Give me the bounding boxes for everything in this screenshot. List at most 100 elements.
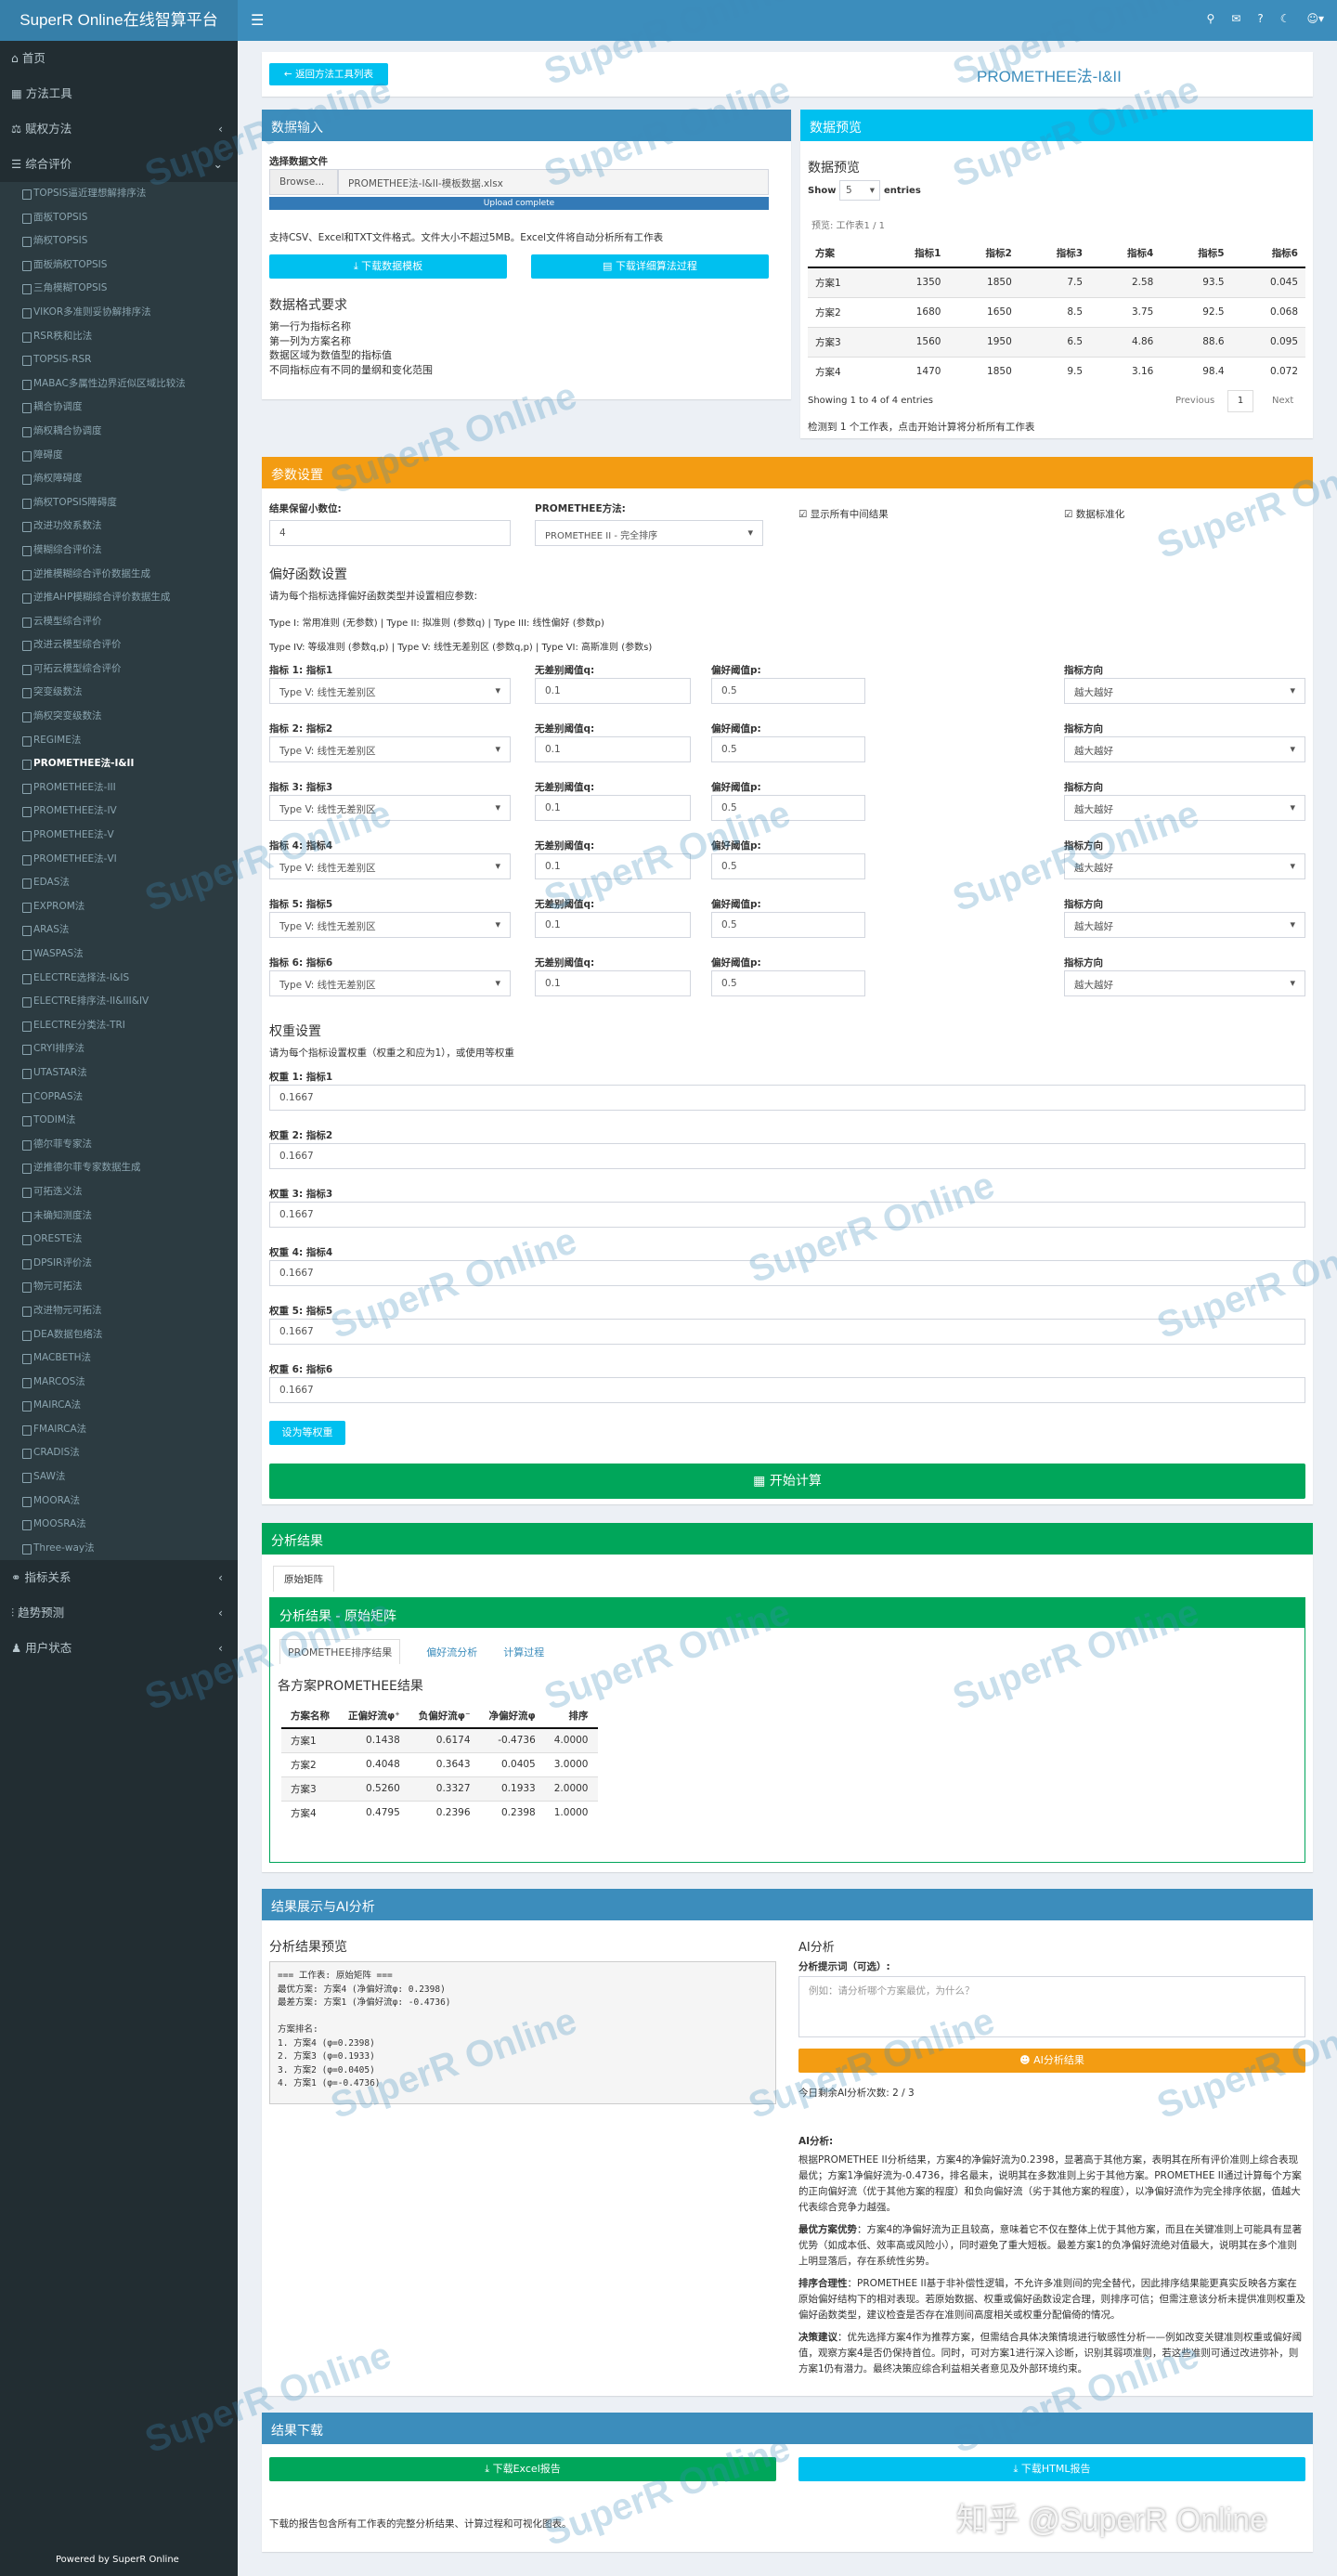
submenu-item[interactable]: TODIM法 <box>0 1109 238 1133</box>
submenu-item[interactable]: 熵权障碍度 <box>0 467 238 491</box>
prompt-textarea[interactable]: 例如：请分析哪个方案最优，为什么？ <box>798 1976 1305 2037</box>
submenu-item[interactable]: SAW法 <box>0 1465 238 1490</box>
submenu-item[interactable]: 物元可拓法 <box>0 1275 238 1299</box>
preview-col-header[interactable]: 指标2 <box>948 240 1019 267</box>
submenu-item[interactable]: 逆推德尔菲专家数据生成 <box>0 1156 238 1180</box>
download-process-button[interactable]: ▤ 下载详细算法过程 <box>531 254 769 279</box>
submenu-item[interactable]: MOOSRA法 <box>0 1513 238 1537</box>
submenu-item[interactable]: 可拓迭义法 <box>0 1180 238 1204</box>
submenu-item[interactable]: ORESTE法 <box>0 1228 238 1252</box>
preview-col-header[interactable]: 方案 <box>808 240 877 267</box>
submenu-item[interactable]: 耦合协调度 <box>0 396 238 420</box>
submenu-item[interactable]: 改进云模型综合评价 <box>0 633 238 657</box>
submenu-item[interactable]: 突变级数法 <box>0 681 238 705</box>
weight-input[interactable]: 0.1667 <box>269 1085 1305 1111</box>
submenu-item[interactable]: 熵权耦合协调度 <box>0 420 238 444</box>
entries-select[interactable]: 5 ▾ <box>839 180 880 201</box>
results-col-header[interactable]: 净偏好流φ <box>480 1704 545 1728</box>
submenu-item[interactable]: 逆推AHP模糊综合评价数据生成 <box>0 586 238 610</box>
q-threshold-input[interactable]: 0.1 <box>535 736 691 762</box>
submenu-item[interactable]: CRYI排序法 <box>0 1037 238 1061</box>
search-icon[interactable]: ⚲ <box>1206 12 1214 25</box>
notification-icon[interactable]: ✉ <box>1231 12 1240 25</box>
p-threshold-input[interactable]: 0.5 <box>711 853 865 879</box>
method-select[interactable]: PROMETHEE II - 完全排序 <box>535 520 763 546</box>
dark-mode-icon[interactable]: ☾ <box>1280 12 1291 25</box>
submenu-item[interactable]: 熵权TOPSIS <box>0 229 238 254</box>
sidebar-bottom-item-0[interactable]: ⚭ 指标关系 ‹ <box>0 1560 238 1595</box>
submenu-item[interactable]: EXPROM法 <box>0 895 238 919</box>
direction-select[interactable]: 越大越好 <box>1064 678 1305 704</box>
submenu-item[interactable]: ARAS法 <box>0 918 238 943</box>
download-template-button[interactable]: ⤓ 下载数据模板 <box>269 254 507 279</box>
p-threshold-input[interactable]: 0.5 <box>711 912 865 938</box>
submenu-item[interactable]: UTASTAR法 <box>0 1061 238 1086</box>
submenu-item[interactable]: 未确知测度法 <box>0 1204 238 1229</box>
submenu-item[interactable]: FMAIRCA法 <box>0 1418 238 1442</box>
p-threshold-input[interactable]: 0.5 <box>711 736 865 762</box>
q-threshold-input[interactable]: 0.1 <box>535 970 691 996</box>
direction-select[interactable]: 越大越好 <box>1064 853 1305 879</box>
start-button[interactable]: ▦ 开始计算 <box>269 1464 1305 1499</box>
equal-weight-button[interactable]: 设为等权重 <box>269 1421 345 1445</box>
submenu-item[interactable]: EDAS法 <box>0 871 238 895</box>
sidebar-item-3[interactable]: ☰ 综合评价 ⌄ <box>0 147 238 182</box>
results-col-header[interactable]: 排序 <box>545 1704 598 1728</box>
decimals-input[interactable]: 4 <box>269 520 511 546</box>
pref-function-select[interactable]: Type V: 线性无差别区 <box>269 912 511 938</box>
browse-button[interactable]: Browse... <box>269 169 338 195</box>
preview-col-header[interactable]: 指标1 <box>877 240 948 267</box>
submenu-item[interactable]: 熵权突变级数法 <box>0 705 238 729</box>
weight-input[interactable]: 0.1667 <box>269 1143 1305 1169</box>
submenu-item[interactable]: Three-way法 <box>0 1537 238 1561</box>
submenu-item[interactable]: PROMETHEE法-VI <box>0 848 238 872</box>
submenu-item[interactable]: 模糊综合评价法 <box>0 539 238 563</box>
results-col-header[interactable]: 方案名称 <box>281 1704 339 1728</box>
submenu-item[interactable]: 逆推模糊综合评价数据生成 <box>0 563 238 587</box>
tab-original-matrix[interactable]: 原始矩阵 <box>273 1566 334 1592</box>
q-threshold-input[interactable]: 0.1 <box>535 795 691 821</box>
submenu-item[interactable]: 障碍度 <box>0 444 238 468</box>
sidebar-item-2[interactable]: ⚖ 赋权方法 ‹ <box>0 111 238 147</box>
pref-function-select[interactable]: Type V: 线性无差别区 <box>269 853 511 879</box>
pref-function-select[interactable]: Type V: 线性无差别区 <box>269 678 511 704</box>
menu-toggle-icon[interactable]: ☰ <box>251 11 264 29</box>
user-menu-icon[interactable]: ☺▾ <box>1306 12 1324 25</box>
submenu-item[interactable]: RSR秩和比法 <box>0 325 238 349</box>
direction-select[interactable]: 越大越好 <box>1064 970 1305 996</box>
results-tab[interactable]: 计算过程 <box>503 1645 544 1664</box>
submenu-item[interactable]: TOPSIS-RSR <box>0 348 238 372</box>
submenu-item[interactable]: ELECTRE选择法-I&IS <box>0 967 238 991</box>
page-1-button[interactable]: 1 <box>1227 390 1253 412</box>
submenu-item[interactable]: 熵权TOPSIS障碍度 <box>0 491 238 515</box>
results-tab[interactable]: 偏好流分析 <box>426 1645 477 1664</box>
normalize-checkbox[interactable]: ☑ 数据标准化 <box>1064 507 1124 521</box>
submenu-item[interactable]: MAIRCA法 <box>0 1394 238 1418</box>
direction-select[interactable]: 越大越好 <box>1064 736 1305 762</box>
pref-function-select[interactable]: Type V: 线性无差别区 <box>269 795 511 821</box>
weight-input[interactable]: 0.1667 <box>269 1377 1305 1403</box>
submenu-item[interactable]: 面板TOPSIS <box>0 206 238 230</box>
show-mid-checkbox[interactable]: ☑ 显示所有中间结果 <box>798 507 889 521</box>
previous-button[interactable]: Previous <box>1175 396 1214 406</box>
preview-col-header[interactable]: 指标6 <box>1232 240 1305 267</box>
preview-col-header[interactable]: 指标3 <box>1019 240 1090 267</box>
submenu-item[interactable]: PROMETHEE法-IV <box>0 800 238 824</box>
ai-analyze-button[interactable]: ☻ AI分析结果 <box>798 2049 1305 2073</box>
sidebar-bottom-item-1[interactable]: ⫶ 趋势预测 ‹ <box>0 1595 238 1631</box>
submenu-item[interactable]: CRADIS法 <box>0 1441 238 1465</box>
submenu-item[interactable]: DPSIR评价法 <box>0 1252 238 1276</box>
submenu-item[interactable]: 改进物元可拓法 <box>0 1299 238 1323</box>
p-threshold-input[interactable]: 0.5 <box>711 795 865 821</box>
direction-select[interactable]: 越大越好 <box>1064 795 1305 821</box>
submenu-item[interactable]: 可拓云模型综合评价 <box>0 657 238 682</box>
direction-select[interactable]: 越大越好 <box>1064 912 1305 938</box>
submenu-item[interactable]: MARCOS法 <box>0 1371 238 1395</box>
submenu-item[interactable]: PROMETHEE法-III <box>0 776 238 800</box>
submenu-item[interactable]: 三角模糊TOPSIS <box>0 277 238 301</box>
results-col-header[interactable]: 负偏好流φ⁻ <box>409 1704 480 1728</box>
help-icon[interactable]: ? <box>1257 12 1263 25</box>
submenu-item[interactable]: 面板熵权TOPSIS <box>0 254 238 278</box>
submenu-item[interactable]: VIKOR多准则妥协解排序法 <box>0 301 238 325</box>
sidebar-item-1[interactable]: ▦ 方法工具 <box>0 76 238 111</box>
